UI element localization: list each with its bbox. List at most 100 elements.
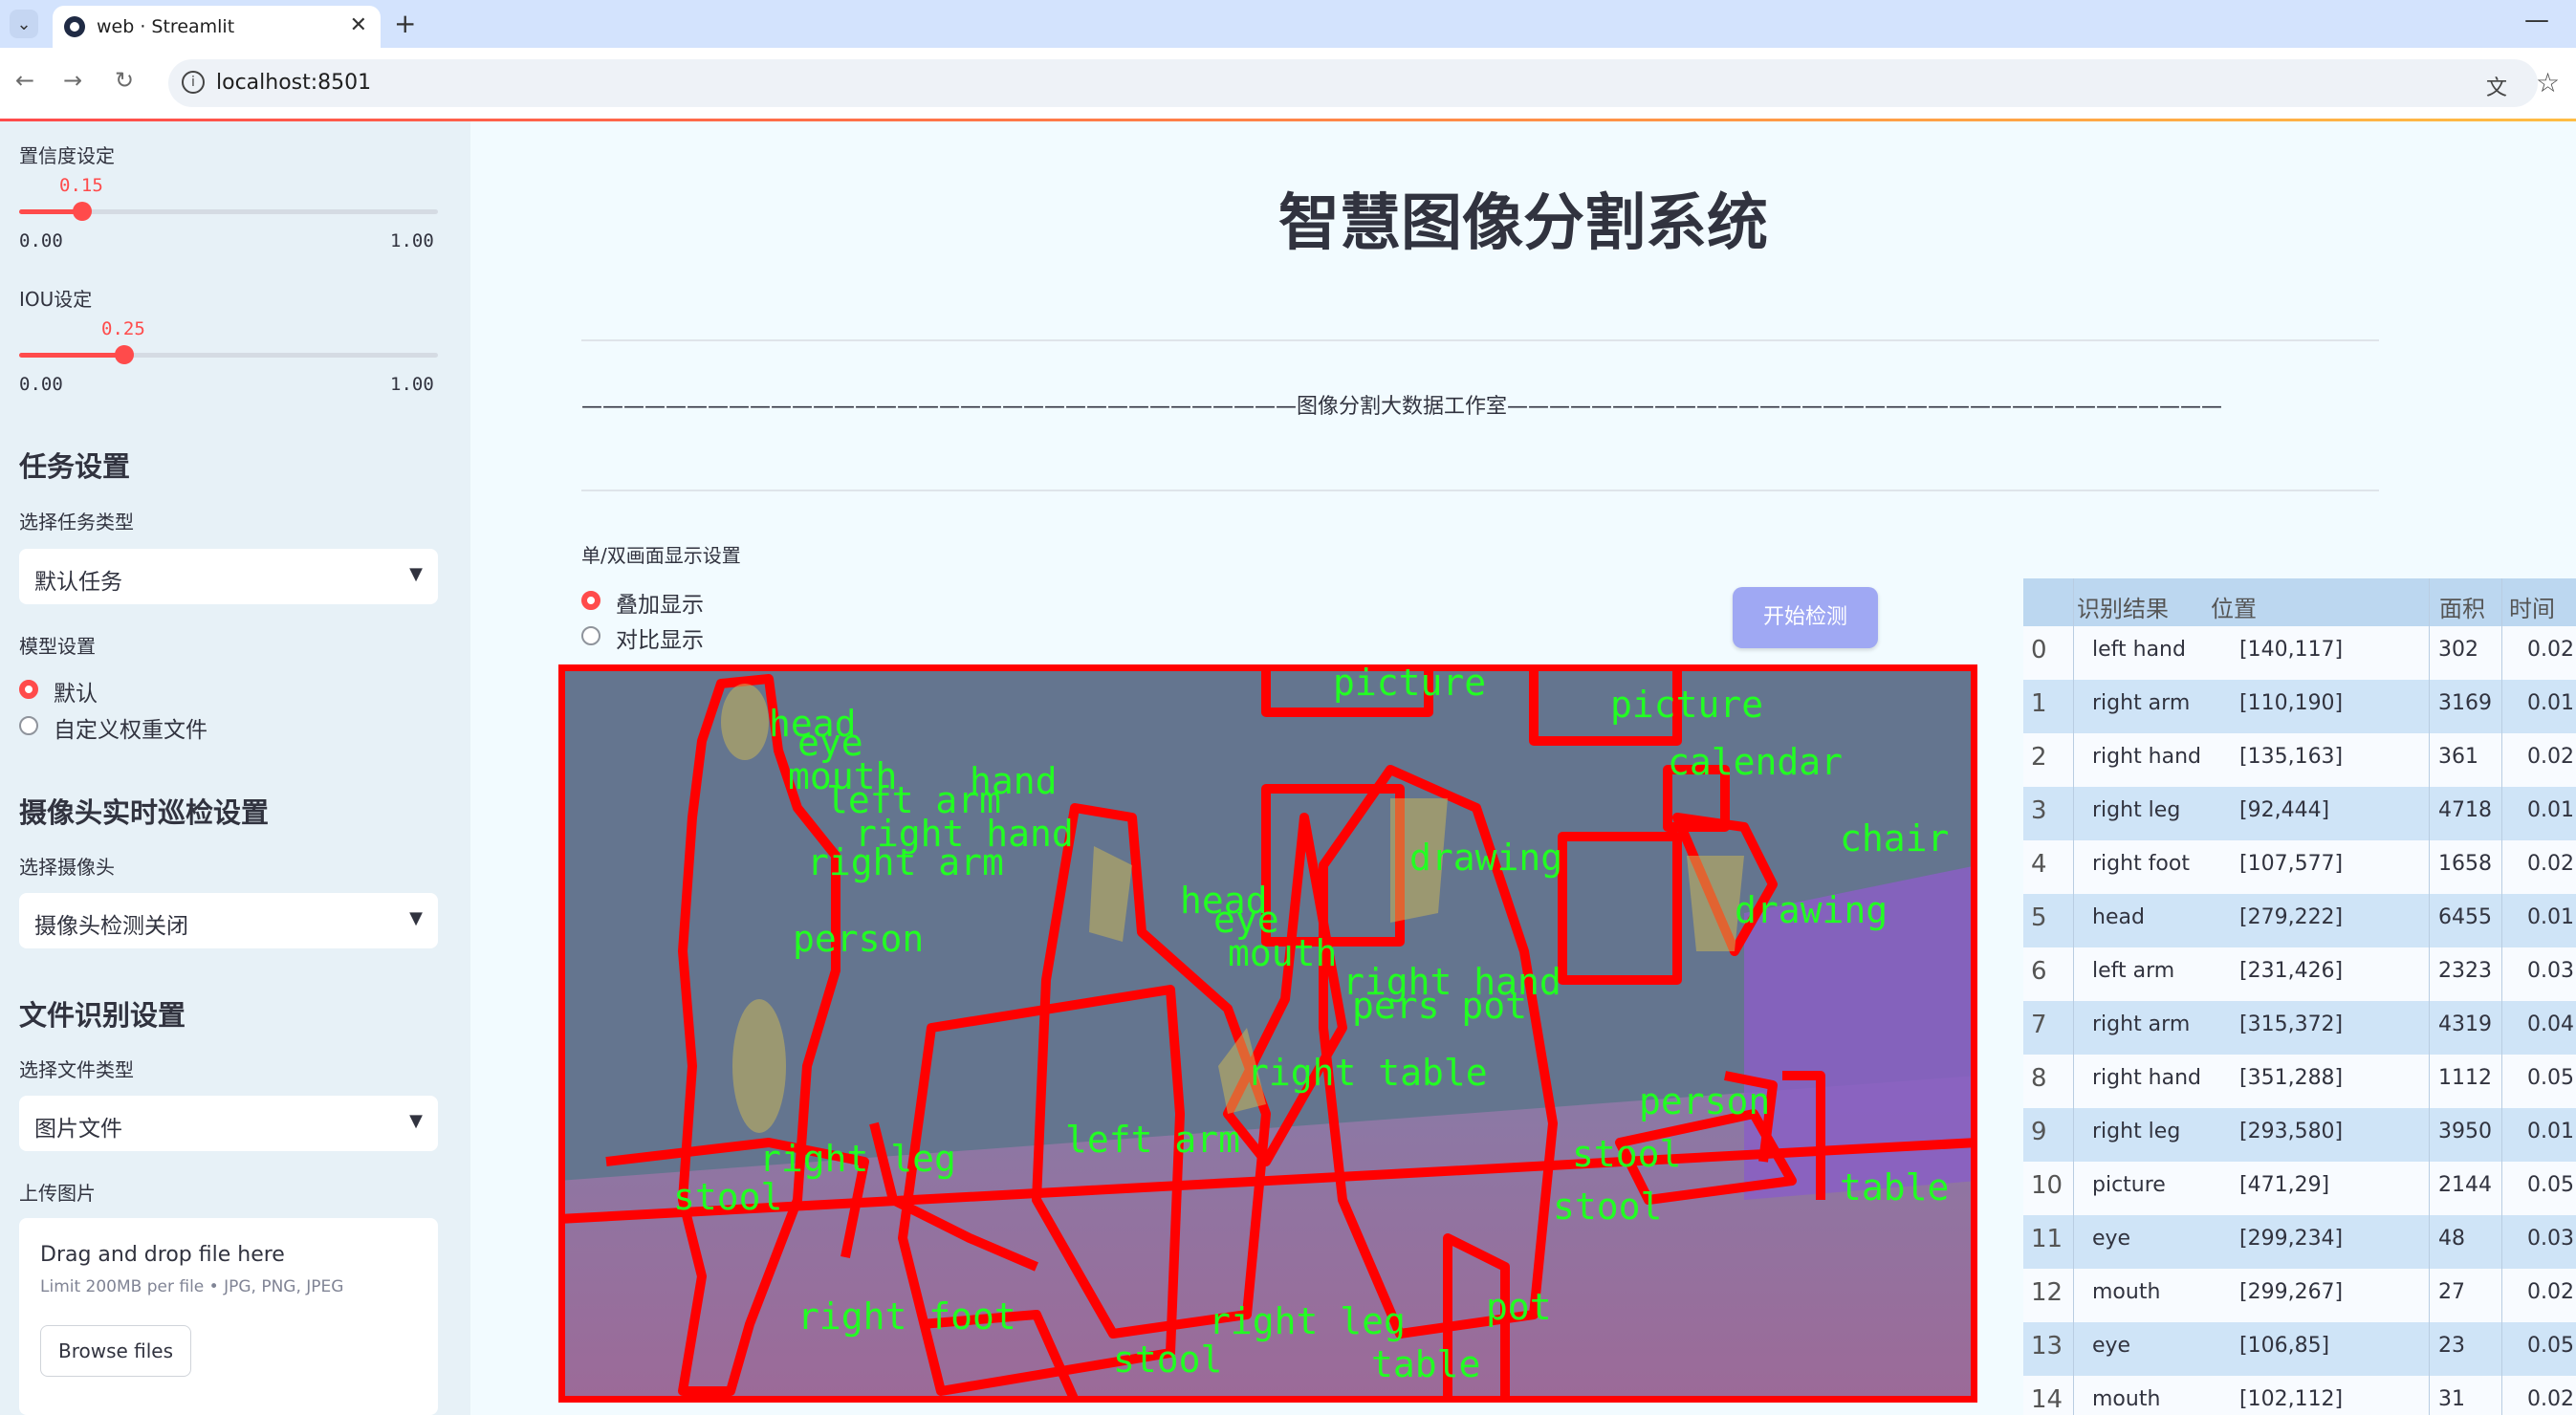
- display-setting-label: 单/双画面显示设置: [581, 544, 741, 567]
- confidence-min: 0.00: [19, 230, 63, 251]
- browse-files-button[interactable]: Browse files: [40, 1325, 191, 1377]
- site-info-icon[interactable]: i: [182, 71, 205, 94]
- result-position: [92,444]: [2239, 798, 2330, 822]
- row-index: 5: [2031, 903, 2047, 932]
- table-row[interactable]: 7 right arm [315,372] 4319 0.04: [2023, 1001, 2576, 1055]
- result-position: [140,117]: [2239, 638, 2344, 662]
- result-position: [102,112]: [2239, 1387, 2344, 1411]
- result-table[interactable]: 识别结果 位置 面积 时间 0 left hand [140,117] 302 0.02…: [2023, 578, 2576, 1415]
- column-header[interactable]: 面积: [2439, 590, 2485, 623]
- row-index: 9: [2031, 1118, 2047, 1146]
- confidence-slider[interactable]: [19, 202, 438, 221]
- result-name: mouth: [2092, 1387, 2161, 1411]
- table-row[interactable]: 9 right leg [293,580] 3950 0.01: [2023, 1108, 2576, 1162]
- tab-close-icon[interactable]: ✕: [350, 13, 367, 37]
- new-tab-icon[interactable]: +: [394, 8, 416, 39]
- main-content: 智慧图像分割系统 ———————————————————————————————…: [470, 121, 2576, 1415]
- camera-select-value: 摄像头检测关闭: [34, 914, 188, 939]
- back-arrow-icon[interactable]: ←: [15, 67, 34, 94]
- table-row[interactable]: 6 left arm [231,426] 2323 0.03: [2023, 947, 2576, 1001]
- table-row[interactable]: 12 mouth [299,267] 27 0.02: [2023, 1269, 2576, 1322]
- table-row[interactable]: 8 right hand [351,288] 1112 0.05: [2023, 1055, 2576, 1108]
- iou-slider-thumb[interactable]: [115, 345, 134, 364]
- url-text[interactable]: localhost:8501: [216, 71, 371, 95]
- minimize-window-icon[interactable]: —: [2524, 6, 2549, 34]
- column-header[interactable]: 时间: [2509, 590, 2555, 623]
- camera-settings-heading: 摄像头实时巡检设置: [19, 796, 270, 829]
- file-type-select[interactable]: 图片文件 ▼: [19, 1096, 438, 1151]
- radio-unselected-icon: [19, 716, 38, 735]
- result-area: 361: [2438, 745, 2478, 769]
- studio-banner: ——————————————————————————————————图像分割大数…: [581, 395, 2223, 419]
- row-index: 14: [2031, 1385, 2063, 1414]
- result-time: 0.05: [2527, 1173, 2574, 1197]
- table-row[interactable]: 11 eye [299,234] 48 0.03: [2023, 1215, 2576, 1269]
- mask-label: drawing: [1409, 837, 1562, 879]
- mask-label: mouth: [1228, 932, 1337, 974]
- model-option-custom: 自定义权重文件: [54, 718, 207, 743]
- model-option-default: 默认: [54, 682, 98, 707]
- result-area: 3169: [2438, 691, 2492, 715]
- table-row[interactable]: 13 eye [106,85] 23 0.05: [2023, 1322, 2576, 1376]
- row-index: 2: [2031, 743, 2047, 772]
- table-row[interactable]: 2 right hand [135,163] 361 0.02: [2023, 733, 2576, 787]
- result-position: [299,234]: [2239, 1227, 2344, 1251]
- result-name: right arm: [2092, 1012, 2191, 1036]
- task-type-select[interactable]: 默认任务 ▼: [19, 549, 438, 604]
- mask-label: right table: [1247, 1052, 1488, 1094]
- segmentation-overlay: head eye mouth hand left arm right hand …: [558, 664, 1977, 1403]
- task-settings-heading: 任务设置: [19, 450, 131, 483]
- result-area: 6455: [2438, 905, 2492, 929]
- mask-label: right leg: [759, 1138, 956, 1180]
- column-header[interactable]: 识别结果: [2077, 590, 2169, 623]
- file-dropzone[interactable]: Drag and drop file here Limit 200MB per …: [19, 1218, 438, 1415]
- start-detection-button[interactable]: 开始检测: [1733, 587, 1878, 648]
- result-time: 0.05: [2527, 1066, 2574, 1090]
- url-field[interactable]: i localhost:8501: [168, 59, 2538, 107]
- confidence-slider-thumb[interactable]: [73, 202, 92, 221]
- table-row[interactable]: 10 picture [471,29] 2144 0.05: [2023, 1162, 2576, 1215]
- browser-tab[interactable]: web · Streamlit ✕: [53, 6, 381, 48]
- mask-label: right arm: [807, 841, 1004, 883]
- mask-label: picture: [1610, 684, 1763, 726]
- row-index: 7: [2031, 1011, 2047, 1039]
- table-row[interactable]: 0 left hand [140,117] 302 0.02: [2023, 626, 2576, 680]
- bookmark-star-icon[interactable]: ☆: [2536, 67, 2560, 98]
- row-index: 6: [2031, 957, 2047, 986]
- iou-slider[interactable]: [19, 345, 438, 364]
- confidence-value: 0.15: [59, 175, 103, 196]
- table-row[interactable]: 1 right arm [110,190] 3169 0.01: [2023, 680, 2576, 733]
- tab-list-chevron-icon[interactable]: ⌄: [10, 10, 38, 38]
- reload-icon[interactable]: ↻: [115, 67, 134, 94]
- column-header[interactable]: 位置: [2211, 590, 2257, 623]
- row-index: 13: [2031, 1332, 2063, 1361]
- confidence-max: 1.00: [390, 230, 434, 251]
- tab-title: web · Streamlit: [97, 16, 235, 37]
- table-row[interactable]: 14 mouth [102,112] 31 0.02: [2023, 1376, 2576, 1415]
- result-name: left hand: [2092, 638, 2186, 662]
- file-settings-heading: 文件识别设置: [19, 999, 186, 1032]
- mask-label: drawing: [1735, 889, 1888, 931]
- camera-select[interactable]: 摄像头检测关闭 ▼: [19, 893, 438, 948]
- model-settings-label: 模型设置: [19, 635, 96, 658]
- result-time: 0.04: [2527, 1012, 2574, 1036]
- translate-icon[interactable]: 文: [2486, 71, 2507, 101]
- result-position: [351,288]: [2239, 1066, 2344, 1090]
- dropzone-title: Drag and drop file here: [40, 1243, 285, 1267]
- mask-label: left arm: [1065, 1119, 1240, 1161]
- row-index: 0: [2031, 636, 2047, 664]
- table-row[interactable]: 4 right foot [107,577] 1658 0.02: [2023, 840, 2576, 894]
- result-position: [279,222]: [2239, 905, 2344, 929]
- table-row[interactable]: 5 head [279,222] 6455 0.01: [2023, 894, 2576, 947]
- page-title: 智慧图像分割系统: [1278, 188, 1768, 259]
- radio-selected-icon: [581, 591, 600, 610]
- forward-arrow-icon[interactable]: →: [63, 67, 82, 94]
- result-name: head: [2092, 905, 2145, 929]
- row-index: 1: [2031, 689, 2047, 718]
- result-position: [315,372]: [2239, 1012, 2344, 1036]
- table-row[interactable]: 3 right leg [92,444] 4718 0.01: [2023, 787, 2576, 840]
- result-position: [135,163]: [2239, 745, 2344, 769]
- camera-select-label: 选择摄像头: [19, 856, 115, 879]
- radio-unselected-icon: [581, 626, 600, 645]
- result-position: [110,190]: [2239, 691, 2344, 715]
